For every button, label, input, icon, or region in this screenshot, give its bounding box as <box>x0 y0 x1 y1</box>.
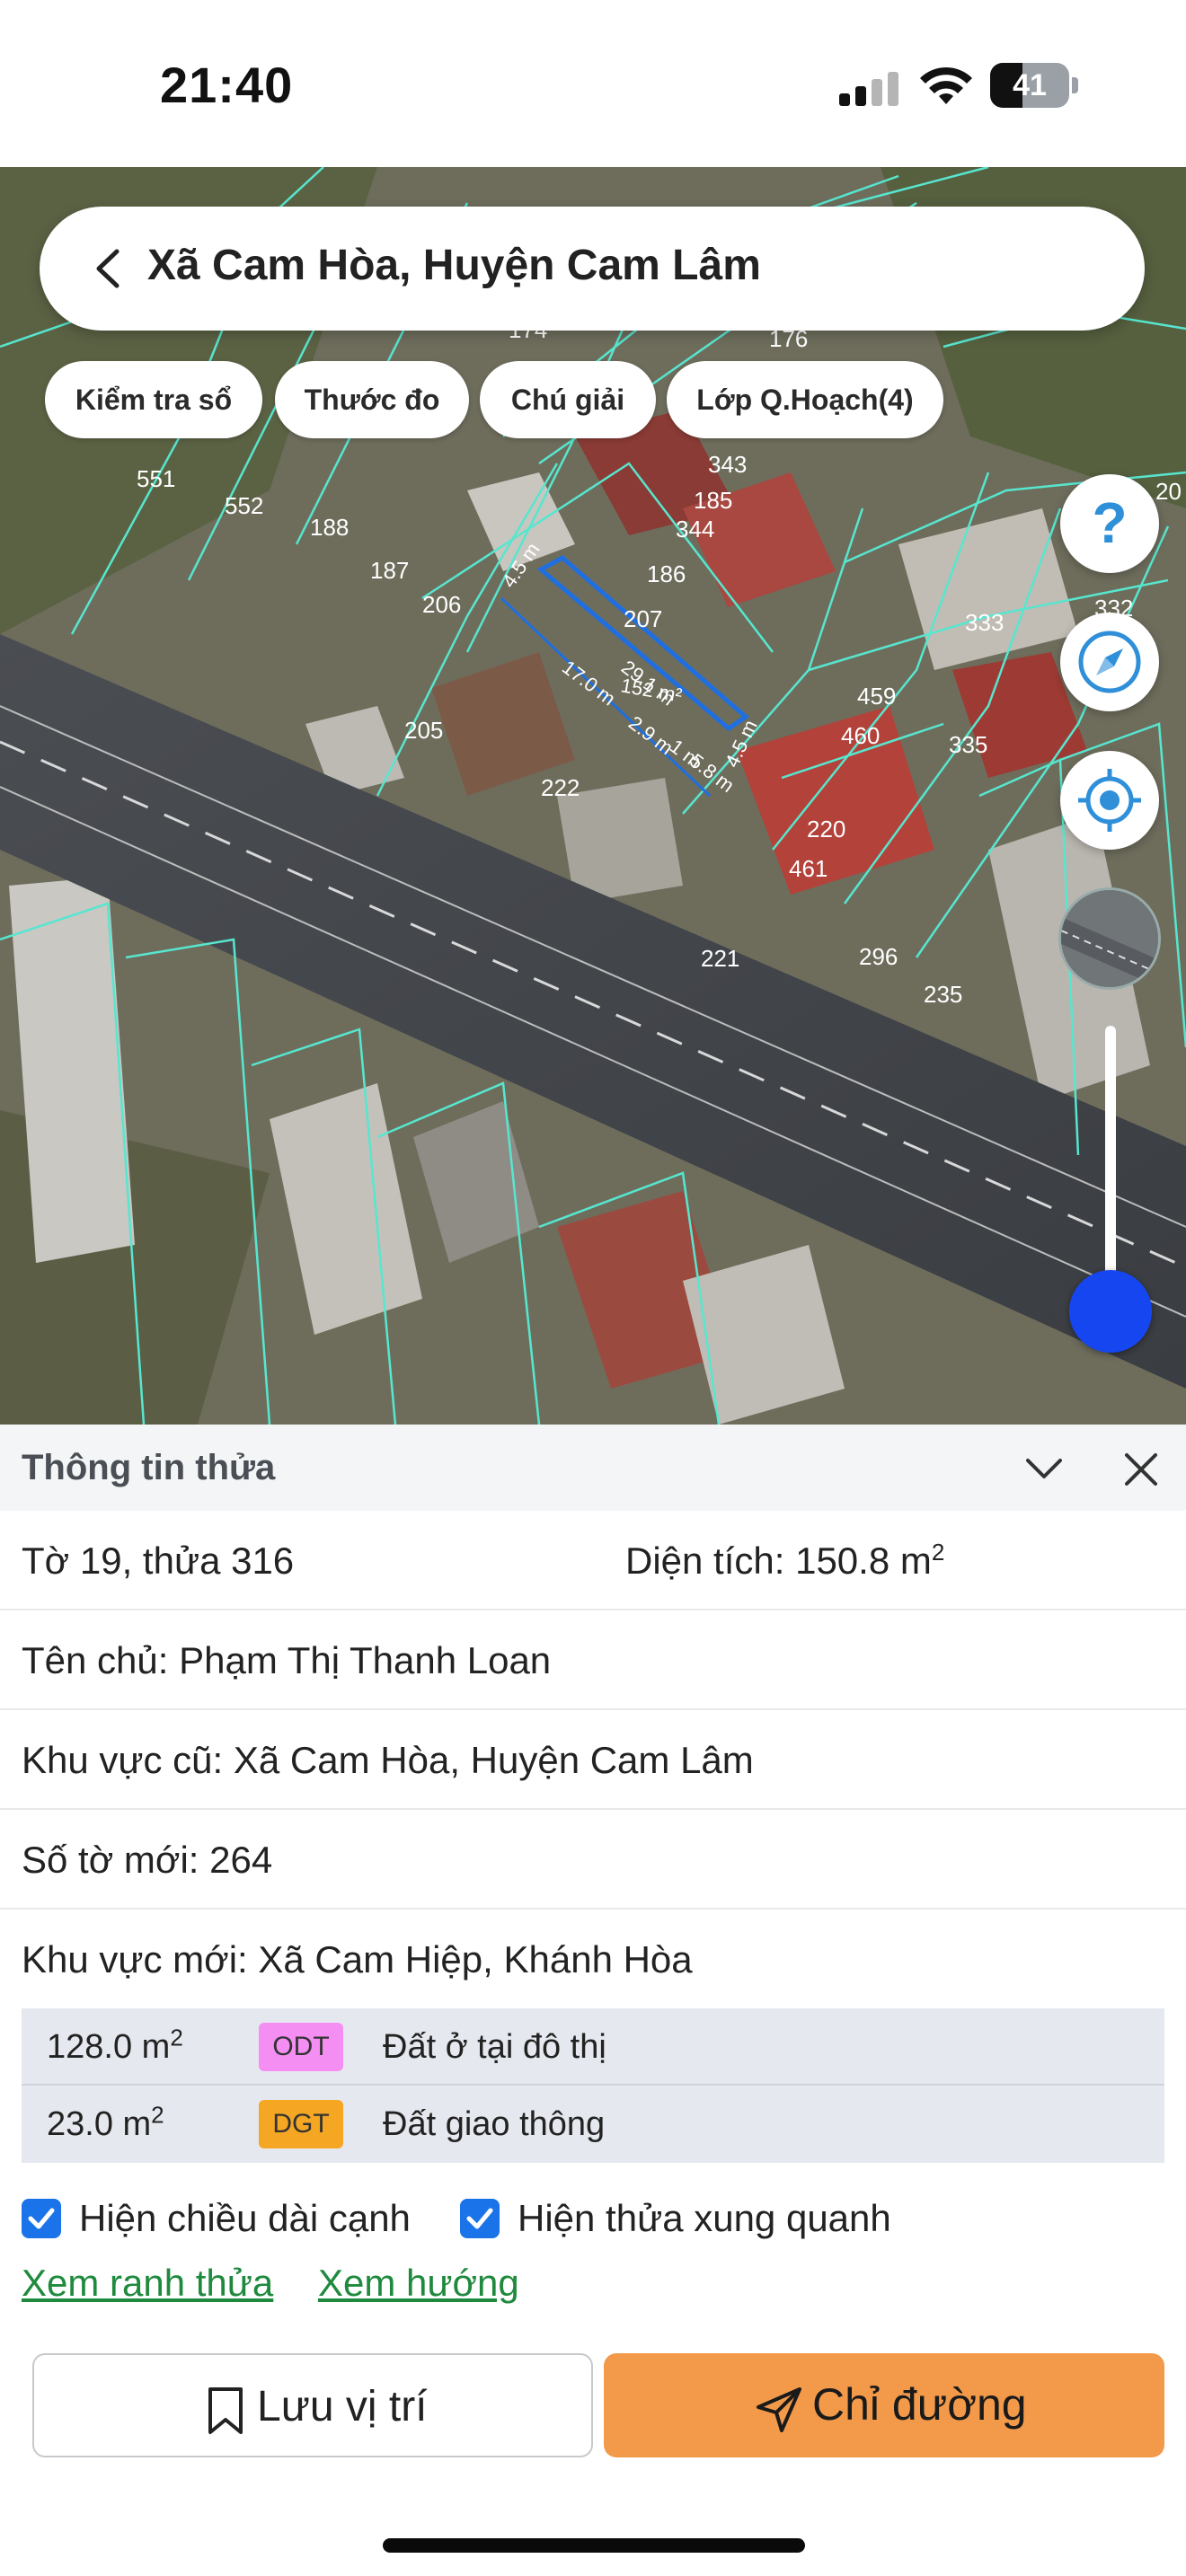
svg-text:296: 296 <box>859 943 898 970</box>
land-use-description: Đất ở tại đô thị <box>383 2028 606 2066</box>
save-location-label: Lưu vị trí <box>257 2383 428 2430</box>
svg-text:221: 221 <box>701 945 739 972</box>
svg-text:459: 459 <box>857 683 896 710</box>
old-area-row: Khu vực cũ: Xã Cam Hòa, Huyện Cam Lâm <box>0 1710 1186 1810</box>
view-parcel-boundary-link[interactable]: Xem ranh thửa <box>22 2262 273 2305</box>
svg-text:186: 186 <box>647 560 686 587</box>
chevron-down-icon[interactable] <box>1019 1444 1069 1495</box>
location-title: Xã Cam Hòa, Huyện Cam Lâm <box>147 242 761 289</box>
new-area: Khu vực mới: Xã Cam Hiệp, Khánh Hòa <box>22 1938 693 1981</box>
svg-text:?: ? <box>1092 490 1127 555</box>
svg-text:551: 551 <box>137 465 175 492</box>
svg-text:460: 460 <box>841 722 880 749</box>
parcel-info-header: Thông tin thửa <box>0 1425 1186 1511</box>
checkbox-label: Hiện thửa xung quanh <box>518 2197 891 2239</box>
land-use-table: 128.0 m2 ODT Đất ở tại đô thị 23.0 m2 DG… <box>22 2008 1164 2163</box>
parcel-id-row: Tờ 19, thửa 316 Diện tích: 150.8 m2 <box>0 1511 1186 1610</box>
panel-title: Thông tin thửa <box>22 1448 276 1487</box>
svg-text:235: 235 <box>924 981 962 1008</box>
svg-text:207: 207 <box>624 605 662 632</box>
svg-text:185: 185 <box>694 487 732 514</box>
land-use-description: Đất giao thông <box>383 2105 606 2143</box>
svg-text:552: 552 <box>225 492 263 519</box>
svg-text:20: 20 <box>1155 478 1182 505</box>
svg-text:188: 188 <box>310 514 349 541</box>
svg-text:220: 220 <box>807 816 845 842</box>
close-icon[interactable] <box>1116 1444 1166 1495</box>
svg-text:461: 461 <box>789 855 828 882</box>
land-use-code-badge: DGT <box>259 2100 343 2148</box>
new-sheet-number: Số tờ mới: 264 <box>22 1839 273 1881</box>
new-area-row: Khu vực mới: Xã Cam Hiệp, Khánh Hòa <box>0 1910 1186 2009</box>
svg-text:344: 344 <box>676 516 714 543</box>
owner-name: Tên chủ: Phạm Thị Thanh Loan <box>22 1639 552 1681</box>
locate-target-icon <box>1078 769 1141 832</box>
back-arrow-icon[interactable] <box>77 237 140 300</box>
home-indicator <box>383 2538 805 2553</box>
satellite-map[interactable]: 551552188 187206205 222176174 343185344 … <box>0 167 1186 1425</box>
directions-label: Chỉ đường <box>812 2379 1027 2430</box>
land-use-area: 23.0 m2 <box>47 2101 164 2143</box>
owner-row: Tên chủ: Phạm Thị Thanh Loan <box>0 1610 1186 1710</box>
bookmark-icon <box>208 2387 243 2434</box>
cellular-signal-icon <box>839 72 898 106</box>
old-area: Khu vực cũ: Xã Cam Hòa, Huyện Cam Lâm <box>22 1739 754 1781</box>
my-location-button[interactable] <box>1060 751 1159 850</box>
checkbox-label: Hiện chiều dài cạnh <box>79 2197 411 2239</box>
location-search-bar[interactable]: Xã Cam Hòa, Huyện Cam Lâm <box>40 207 1145 331</box>
map-imagery: 551552188 187206205 222176174 343185344 … <box>0 167 1186 1425</box>
compass-button[interactable] <box>1060 613 1159 711</box>
chip-legend[interactable]: Chú giải <box>480 361 656 438</box>
zoom-slider-track[interactable] <box>1105 1026 1116 1295</box>
help-button[interactable]: ? <box>1060 474 1159 573</box>
land-use-code-badge: ODT <box>259 2023 343 2071</box>
save-location-button[interactable]: Lưu vị trí <box>32 2353 593 2457</box>
wifi-icon <box>920 66 972 104</box>
zoom-slider-knob[interactable] <box>1069 1270 1152 1353</box>
sheet-parcel-number: Tờ 19, thửa 316 <box>22 1539 295 1582</box>
chip-measure[interactable]: Thước đo <box>275 361 469 438</box>
view-direction-link[interactable]: Xem hướng <box>318 2262 519 2305</box>
land-use-area: 128.0 m2 <box>47 2024 183 2066</box>
send-navigation-icon <box>757 2387 801 2432</box>
chip-check-book[interactable]: Kiểm tra sổ <box>45 361 262 438</box>
checkbox-checked-icon[interactable] <box>22 2199 61 2238</box>
land-use-row: 128.0 m2 ODT Đất ở tại đô thị <box>22 2008 1164 2086</box>
svg-text:205: 205 <box>404 717 443 744</box>
status-bar: 21:40 41 <box>0 0 1186 167</box>
battery-percent: 41 <box>1013 68 1047 102</box>
svg-text:206: 206 <box>422 591 461 618</box>
svg-text:343: 343 <box>708 451 747 478</box>
svg-text:335: 335 <box>949 731 987 758</box>
svg-text:333: 333 <box>965 609 1004 636</box>
checkbox-checked-icon[interactable] <box>460 2199 500 2238</box>
new-sheet-row: Số tờ mới: 264 <box>0 1810 1186 1910</box>
question-mark-icon: ? <box>1092 490 1127 555</box>
map-layer-toggle[interactable] <box>1058 887 1161 990</box>
svg-text:187: 187 <box>370 557 409 584</box>
status-time: 21:40 <box>160 57 294 113</box>
battery-icon: 41 <box>990 63 1080 108</box>
compass-icon <box>1078 631 1141 693</box>
land-use-row: 23.0 m2 DGT Đất giao thông <box>22 2086 1164 2163</box>
parcel-area: Diện tích: 150.8 m2 <box>625 1539 945 1582</box>
directions-button[interactable]: Chỉ đường <box>604 2353 1164 2457</box>
svg-text:222: 222 <box>541 774 580 801</box>
chip-planning-layers[interactable]: Lớp Q.Hoạch(4) <box>667 361 943 438</box>
